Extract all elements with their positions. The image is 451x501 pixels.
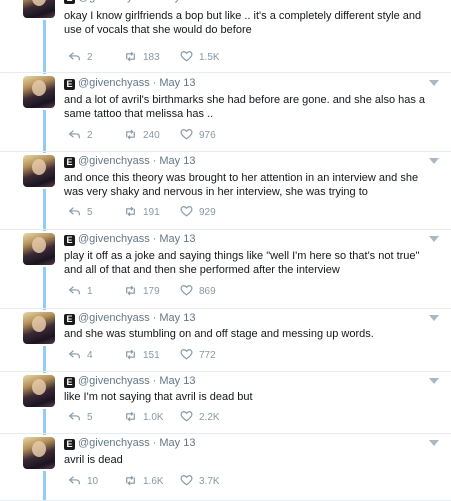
- reply-icon: [68, 476, 80, 485]
- author-handle[interactable]: @givenchyass: [78, 437, 150, 449]
- reply-button[interactable]: 10: [68, 475, 98, 487]
- avatar[interactable]: [23, 437, 55, 469]
- retweet-button[interactable]: 1.6K: [124, 475, 164, 487]
- tweet-text: avril is dead: [64, 454, 123, 466]
- tweet-header: E@givenchyass·May 13: [64, 437, 195, 450]
- tweet-date[interactable]: May 13: [159, 437, 195, 449]
- chevron-down-icon[interactable]: [429, 440, 439, 446]
- like-button[interactable]: 3.7K: [180, 475, 220, 487]
- tweet[interactable]: E @givenchyass · May 13 avril is dead 10 1.6K 3…: [0, 0, 451, 501]
- retweet-icon: [126, 475, 135, 486]
- like-count: 3.7K: [199, 476, 220, 487]
- reply-count: 10: [87, 476, 99, 487]
- thread-connector-line: [43, 471, 46, 500]
- like-icon: [180, 475, 193, 486]
- retweet-count: 1.6K: [143, 476, 164, 487]
- tweet-actions: 10 1.6K 3.7K: [68, 475, 288, 489]
- explicit-badge: E: [64, 439, 75, 450]
- separator-dot: ·: [152, 437, 157, 449]
- tweet-thread: E@givenchyass·May 13okay I know girlfrie…: [0, 0, 451, 501]
